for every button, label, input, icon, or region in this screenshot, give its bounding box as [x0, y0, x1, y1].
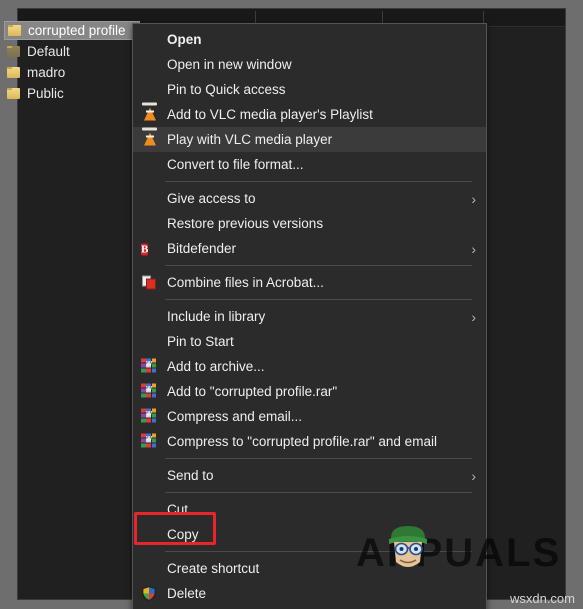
menu-item-compress-and-email[interactable]: W Compress and email... [133, 404, 486, 429]
menu-item-label: Restore previous versions [167, 215, 324, 231]
folder-row-corrupted-profile[interactable]: corrupted profile [4, 21, 140, 40]
winrar-icon: W [141, 433, 158, 450]
chevron-right-icon: › [471, 240, 476, 257]
menu-item-add-to-vlc-media-player-s-playlist[interactable]: Add to VLC media player's Playlist [133, 102, 486, 127]
menu-item-label: Include in library [167, 308, 266, 324]
menu-item-label: Compress and email... [167, 408, 303, 424]
folder-row-public[interactable]: Public [4, 84, 68, 103]
menu-item-label: Create shortcut [167, 560, 260, 576]
menu-item-label: Give access to [167, 190, 256, 206]
menu-item-label: Convert to file format... [167, 156, 304, 172]
menu-item-label: Add to VLC media player's Playlist [167, 106, 373, 122]
menu-item-label: Open [167, 31, 202, 47]
chevron-right-icon: › [471, 190, 476, 207]
menu-item-add-to-corrupted-profile-rar[interactable]: W Add to "corrupted profile.rar" [133, 379, 486, 404]
folder-icon [7, 88, 20, 99]
menu-item-restore-previous-versions[interactable]: Restore previous versions [133, 211, 486, 236]
menu-item-pin-to-quick-access[interactable]: Pin to Quick access [133, 77, 486, 102]
menu-item-label: Delete [167, 585, 207, 601]
menu-item-label: Send to [167, 467, 214, 483]
menu-item-give-access-to[interactable]: Give access to › [133, 186, 486, 211]
menu-separator [165, 181, 472, 182]
folder-name-label: madro [27, 64, 66, 80]
chevron-right-icon: › [471, 308, 476, 325]
menu-item-pin-to-start[interactable]: Pin to Start [133, 329, 486, 354]
menu-item-label: Pin to Start [167, 333, 234, 349]
folder-name-label: Public [27, 85, 64, 101]
winrar-icon: W [141, 408, 158, 425]
menu-item-open[interactable]: Open [133, 27, 486, 52]
acrobat-combine-icon [141, 274, 158, 291]
winrar-icon: W [141, 358, 158, 375]
folder-icon [8, 25, 21, 36]
menu-item-label: Pin to Quick access [167, 81, 286, 97]
menu-item-delete[interactable]: Delete [133, 581, 486, 606]
menu-item-label: Compress to "corrupted profile.rar" and … [167, 433, 437, 449]
folder-row-madro[interactable]: madro [4, 63, 69, 82]
winrar-icon: W [141, 383, 158, 400]
vlc-cone-icon [141, 102, 158, 123]
menu-item-open-in-new-window[interactable]: Open in new window [133, 52, 486, 77]
appuals-mascot-icon [389, 526, 427, 567]
site-watermark: wsxdn.com [509, 591, 575, 606]
menu-item-convert-to-file-format[interactable]: Convert to file format... [133, 152, 486, 177]
menu-item-label: Cut [167, 501, 189, 517]
menu-item-include-in-library[interactable]: Include in library › [133, 304, 486, 329]
menu-separator [165, 492, 472, 493]
folder-row-default[interactable]: Default [4, 42, 74, 61]
menu-item-label: Copy [167, 526, 199, 542]
screenshot-root: corrupted profile Default madro Public Open… [0, 0, 583, 609]
folder-name-label: corrupted profile [28, 22, 126, 38]
uac-shield-icon [141, 585, 158, 602]
menu-item-send-to[interactable]: Send to › [133, 463, 486, 488]
menu-item-label: Add to archive... [167, 358, 265, 374]
menu-item-bitdefender[interactable]: B Bitdefender › [133, 236, 486, 261]
bitdefender-icon: B [141, 243, 149, 255]
folder-name-label: Default [27, 43, 70, 59]
menu-item-label: Combine files in Acrobat... [167, 274, 324, 290]
menu-item-add-to-archive[interactable]: W Add to archive... [133, 354, 486, 379]
folder-icon [7, 67, 20, 78]
vlc-cone-icon [141, 127, 158, 148]
menu-separator [165, 299, 472, 300]
context-menu[interactable]: Open Open in new window Pin to Quick acces… [132, 23, 487, 609]
menu-item-label: Bitdefender [167, 240, 237, 256]
menu-separator [165, 458, 472, 459]
menu-item-label: Add to "corrupted profile.rar" [167, 383, 338, 399]
menu-item-cut[interactable]: Cut [133, 497, 486, 522]
folder-icon [7, 46, 20, 57]
menu-item-combine-files-in-acrobat[interactable]: Combine files in Acrobat... [133, 270, 486, 295]
chevron-right-icon: › [471, 467, 476, 484]
menu-item-label: Open in new window [167, 56, 292, 72]
menu-item-compress-to-corrupted-profile-rar-and-email[interactable]: W Compress to "corrupted profile.rar" and… [133, 429, 486, 454]
menu-separator [165, 265, 472, 266]
menu-item-play-with-vlc-media-player[interactable]: Play with VLC media player [133, 127, 486, 152]
menu-item-label: Play with VLC media player [167, 131, 333, 147]
